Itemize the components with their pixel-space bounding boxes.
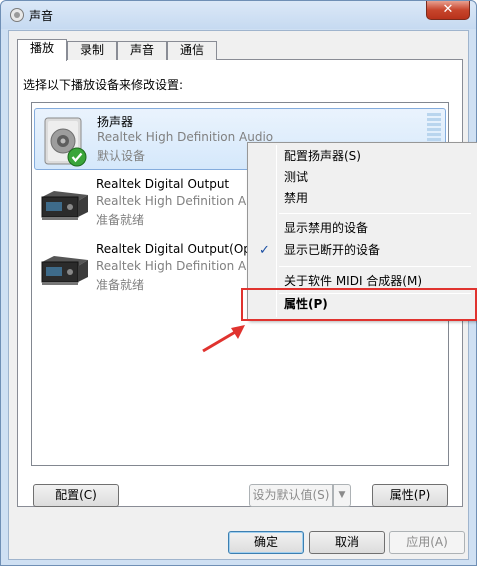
digital-output-icon xyxy=(41,191,88,220)
sound-dialog: 声音 ✕ 播放 录制 声音 通信 选择以下播放设备来修改设置: 扬声器 Real… xyxy=(0,0,477,566)
cancel-button[interactable]: 取消 xyxy=(309,531,385,554)
device-status: 准备就绪 xyxy=(96,213,145,227)
tab-sounds[interactable]: 声音 xyxy=(117,41,167,60)
menu-item-configure-speakers[interactable]: 配置扬声器(S) xyxy=(251,146,474,167)
menu-item-label: 显示已断开的设备 xyxy=(284,243,381,257)
tab-communications[interactable]: 通信 xyxy=(167,41,217,60)
set-default-button[interactable]: 设为默认值(S) xyxy=(249,484,333,507)
menu-separator xyxy=(279,213,471,214)
default-check-badge xyxy=(67,147,87,167)
title-bar[interactable]: 声音 ✕ xyxy=(1,1,476,29)
speaker-icon xyxy=(10,8,24,22)
checkmark-icon: ✓ xyxy=(259,243,270,258)
configure-button[interactable]: 配置(C) xyxy=(33,484,119,507)
ok-button[interactable]: 确定 xyxy=(228,531,304,554)
speaker-icon xyxy=(44,117,87,167)
instruction-text: 选择以下播放设备来修改设置: xyxy=(23,78,184,92)
menu-separator xyxy=(279,266,471,267)
tab-recording[interactable]: 录制 xyxy=(67,41,117,60)
digital-output-icon xyxy=(41,256,88,285)
window-title: 声音 xyxy=(29,9,54,23)
set-default-dropdown[interactable]: ▼ xyxy=(333,484,351,507)
device-driver: Realtek High Definition Audio xyxy=(96,259,273,273)
device-status: 准备就绪 xyxy=(96,278,145,292)
properties-button[interactable]: 属性(P) xyxy=(372,484,448,507)
chevron-down-icon: ▼ xyxy=(338,490,346,500)
apply-button[interactable]: 应用(A) xyxy=(389,531,465,554)
menu-item-test[interactable]: 测试 xyxy=(251,167,474,188)
annotation-highlight-box xyxy=(241,288,477,321)
annotation-arrow-icon xyxy=(202,325,245,353)
close-button[interactable]: ✕ xyxy=(426,1,470,20)
menu-item-show-disconnected[interactable]: ✓ 显示已断开的设备 xyxy=(251,240,474,261)
menu-item-show-disabled[interactable]: 显示禁用的设备 xyxy=(251,218,474,239)
device-name: 扬声器 xyxy=(97,115,134,129)
device-name: Realtek Digital Output xyxy=(96,177,230,191)
device-status: 默认设备 xyxy=(97,149,146,163)
device-driver: Realtek High Definition Audio xyxy=(96,194,273,208)
menu-item-disable[interactable]: 禁用 xyxy=(251,188,474,209)
tab-playback[interactable]: 播放 xyxy=(17,39,67,61)
